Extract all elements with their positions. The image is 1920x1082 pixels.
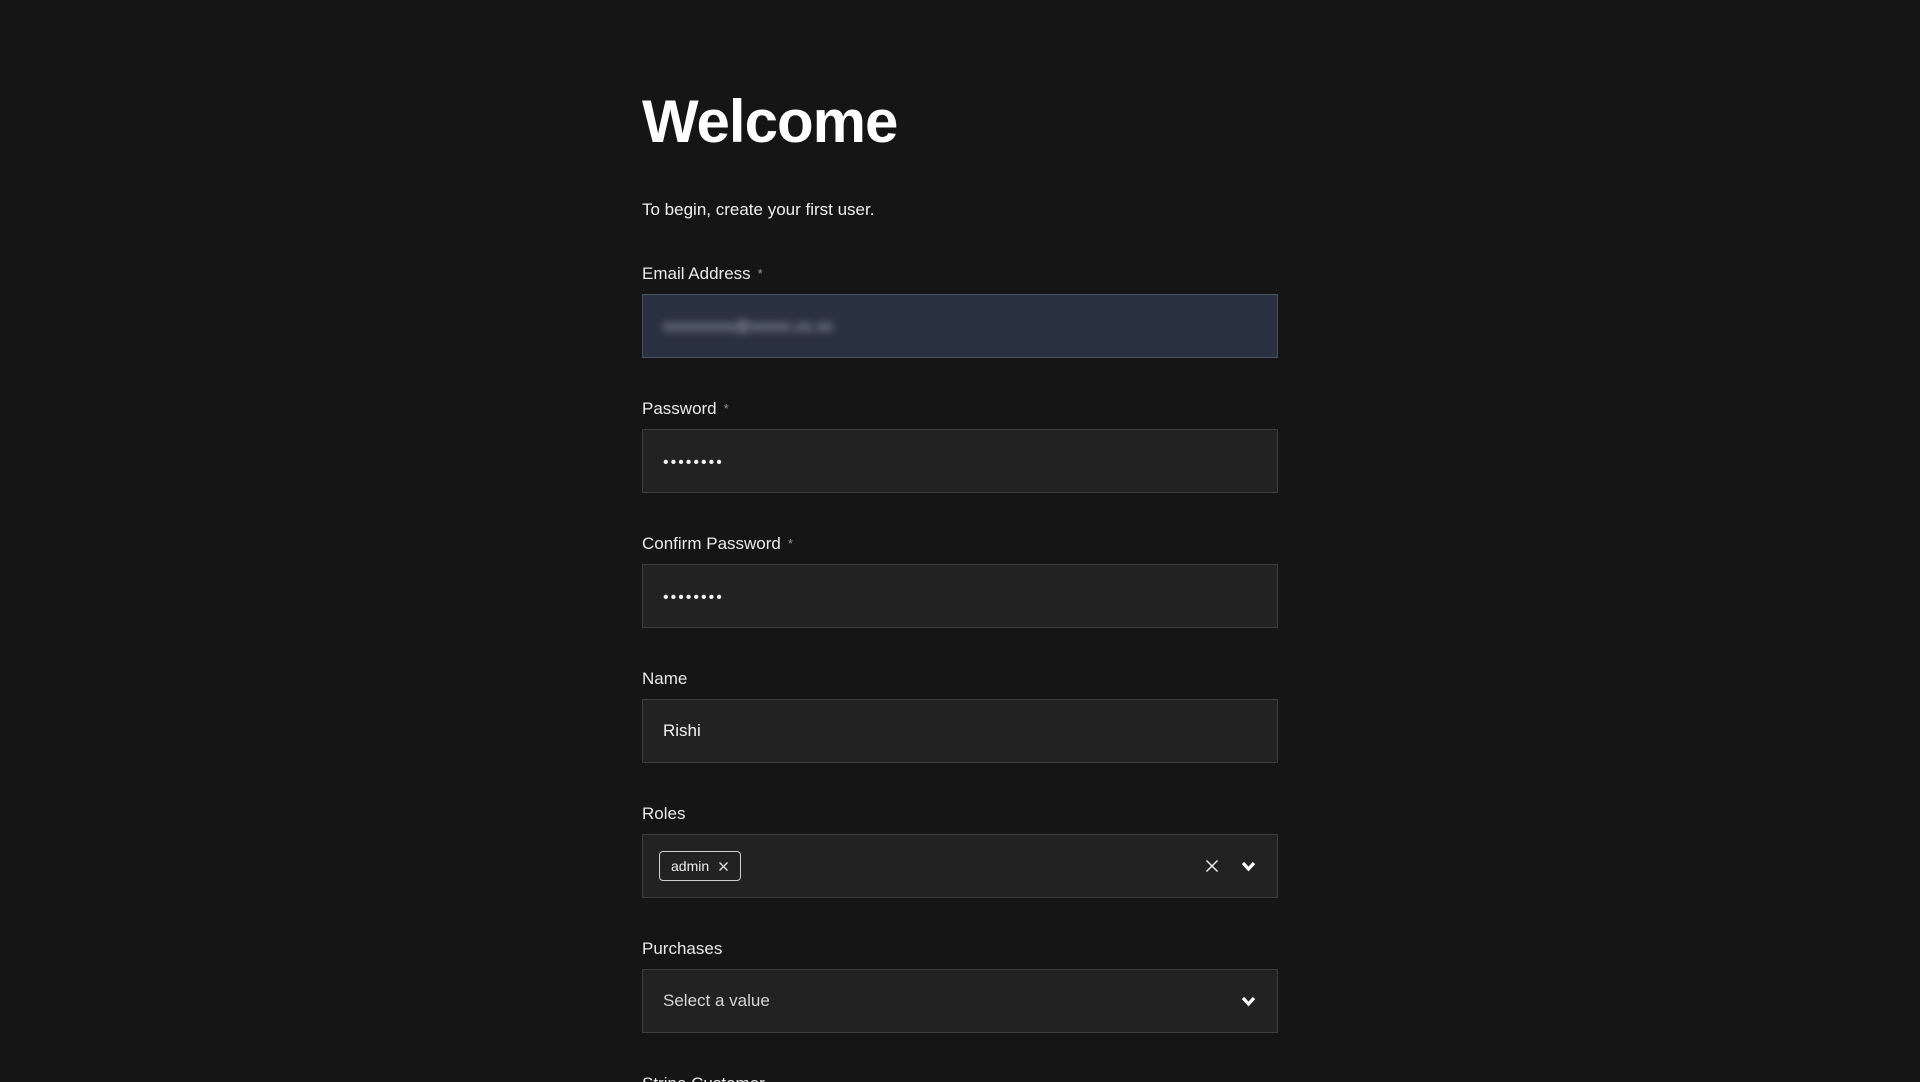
stripe-customer-field-group: Stripe Customer	[642, 1073, 1278, 1082]
email-label: Email Address*	[642, 263, 1278, 284]
password-label: Password*	[642, 398, 1278, 419]
roles-field-group: Roles admin	[642, 803, 1278, 898]
chevron-down-icon[interactable]	[1237, 855, 1259, 877]
chevron-down-icon[interactable]	[1237, 990, 1259, 1012]
password-masked-value: ••••••••	[663, 454, 724, 472]
confirm-password-field[interactable]: ••••••••	[642, 564, 1278, 628]
purchases-controls	[1237, 990, 1259, 1012]
purchases-field-group: Purchases Select a value	[642, 938, 1278, 1033]
create-first-user-form: Email Address* xxxxxxxxx@xxxxx.co.xx Pas…	[642, 263, 1278, 1082]
setup-page: Welcome To begin, create your first user…	[642, 0, 1278, 1082]
purchases-placeholder: Select a value	[659, 991, 770, 1011]
confirm-password-label: Confirm Password*	[642, 533, 1278, 554]
name-field-group: Name Rishi	[642, 668, 1278, 763]
remove-chip-icon[interactable]	[718, 861, 729, 872]
page-subtitle: To begin, create your first user.	[642, 198, 1278, 222]
page-title: Welcome	[642, 92, 1278, 152]
roles-chip-admin[interactable]: admin	[659, 851, 741, 881]
email-redacted-value: xxxxxxxxx@xxxxx.co.xx	[663, 318, 833, 335]
required-marker: *	[758, 266, 763, 281]
password-field[interactable]: ••••••••	[642, 429, 1278, 493]
name-label: Name	[642, 668, 1278, 689]
roles-multiselect[interactable]: admin	[642, 834, 1278, 898]
roles-controls	[1201, 855, 1259, 877]
name-value: Rishi	[663, 721, 701, 741]
email-field-group: Email Address* xxxxxxxxx@xxxxx.co.xx	[642, 263, 1278, 358]
clear-value-icon[interactable]	[1201, 855, 1223, 877]
password-field-group: Password* ••••••••	[642, 398, 1278, 493]
confirm-password-field-group: Confirm Password* ••••••••	[642, 533, 1278, 628]
required-marker: *	[788, 536, 793, 551]
purchases-select[interactable]: Select a value	[642, 969, 1278, 1033]
required-marker: *	[724, 401, 729, 416]
purchases-label: Purchases	[642, 938, 1278, 959]
confirm-password-masked-value: ••••••••	[663, 589, 724, 607]
roles-selected-values: admin	[659, 851, 1201, 881]
name-field[interactable]: Rishi	[642, 699, 1278, 763]
stripe-customer-label: Stripe Customer	[642, 1073, 1278, 1082]
roles-label: Roles	[642, 803, 1278, 824]
email-field[interactable]: xxxxxxxxx@xxxxx.co.xx	[642, 294, 1278, 358]
roles-chip-label: admin	[671, 858, 709, 874]
